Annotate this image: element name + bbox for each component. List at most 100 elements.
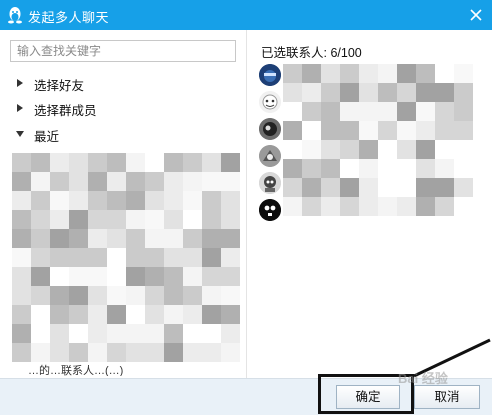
mosaic-tile — [164, 229, 183, 248]
mosaic-tile — [221, 267, 240, 286]
mosaic-tile — [283, 197, 302, 216]
mosaic-tile — [283, 140, 302, 159]
mosaic-tile — [145, 267, 164, 286]
mosaic-tile — [69, 267, 88, 286]
avatar[interactable] — [259, 172, 281, 194]
avatar[interactable] — [259, 145, 281, 167]
mosaic-tile — [126, 305, 145, 324]
group-label: 选择好友 — [34, 79, 85, 93]
list-item-partial[interactable]: …的…联系人…(…) — [28, 362, 242, 376]
search-input[interactable] — [10, 40, 236, 62]
mosaic-tile — [31, 324, 50, 343]
mosaic-tile — [31, 305, 50, 324]
mosaic-tile — [340, 102, 359, 121]
mosaic-tile — [321, 140, 340, 159]
mosaic-tile — [50, 229, 69, 248]
mosaic-tile — [397, 121, 416, 140]
expand-arrow-icon — [17, 79, 23, 87]
mosaic-tile — [31, 229, 50, 248]
group-recent[interactable]: 最近 — [14, 124, 214, 144]
mosaic-tile — [416, 64, 435, 83]
mosaic-tile — [88, 229, 107, 248]
mosaic-tile — [378, 178, 397, 197]
mosaic-tile — [202, 286, 221, 305]
mosaic-tile — [145, 191, 164, 210]
mosaic-tile — [69, 153, 88, 172]
window-title: 发起多人聊天 — [28, 10, 110, 25]
mosaic-tile — [31, 191, 50, 210]
mosaic-tile — [50, 343, 69, 362]
mosaic-tile — [435, 83, 454, 102]
mosaic-tile — [202, 305, 221, 324]
mosaic-tile — [50, 248, 69, 267]
mosaic-tile — [283, 121, 302, 140]
mosaic-tile — [397, 83, 416, 102]
mosaic-tile — [359, 83, 378, 102]
mosaic-tile — [359, 197, 378, 216]
mosaic-tile — [12, 172, 31, 191]
mosaic-tile — [435, 102, 454, 121]
mosaic-tile — [50, 210, 69, 229]
mosaic-tile — [88, 324, 107, 343]
mosaic-tile — [69, 210, 88, 229]
avatar[interactable] — [259, 118, 281, 140]
mosaic-tile — [12, 305, 31, 324]
mosaic-tile — [283, 83, 302, 102]
mosaic-tile — [107, 324, 126, 343]
mosaic-tile — [221, 343, 240, 362]
mosaic-tile — [202, 229, 221, 248]
cancel-button[interactable]: 取消 — [414, 385, 480, 409]
mosaic-tile — [454, 159, 473, 178]
avatar[interactable] — [259, 64, 281, 86]
close-icon[interactable] — [466, 5, 486, 25]
mosaic-tile — [164, 153, 183, 172]
mosaic-tile — [107, 248, 126, 267]
mosaic-tile — [12, 267, 31, 286]
mosaic-tile — [12, 210, 31, 229]
mosaic-tile — [164, 248, 183, 267]
mosaic-tile — [202, 248, 221, 267]
mosaic-tile — [183, 172, 202, 191]
group-group-members[interactable]: 选择群成员 — [14, 98, 214, 118]
recent-contacts-list-pixelated[interactable] — [12, 153, 244, 362]
group-friends[interactable]: 选择好友 — [14, 73, 214, 93]
mosaic-tile — [164, 210, 183, 229]
mosaic-tile — [88, 191, 107, 210]
mosaic-tile — [221, 248, 240, 267]
group-label: 选择群成员 — [34, 104, 97, 118]
mosaic-tile — [164, 305, 183, 324]
mosaic-tile — [454, 121, 473, 140]
mosaic-tile — [435, 121, 454, 140]
mosaic-tile — [69, 248, 88, 267]
mosaic-tile — [378, 140, 397, 159]
mosaic-tile — [50, 191, 69, 210]
mosaic-tile — [340, 197, 359, 216]
mosaic-tile — [145, 229, 164, 248]
mosaic-tile — [31, 267, 50, 286]
mosaic-tile — [302, 64, 321, 83]
mosaic-tile — [69, 343, 88, 362]
mosaic-tile — [416, 159, 435, 178]
mosaic-tile — [416, 197, 435, 216]
mosaic-tile — [12, 286, 31, 305]
avatar[interactable] — [259, 91, 281, 113]
mosaic-tile — [107, 153, 126, 172]
mosaic-tile — [12, 229, 31, 248]
mosaic-tile — [302, 121, 321, 140]
mosaic-tile — [302, 178, 321, 197]
avatar[interactable] — [259, 199, 281, 221]
mosaic-tile — [107, 305, 126, 324]
mosaic-tile — [126, 191, 145, 210]
mosaic-tile — [69, 229, 88, 248]
mosaic-tile — [221, 210, 240, 229]
mosaic-tile — [126, 324, 145, 343]
mosaic-tile — [69, 191, 88, 210]
mosaic-tile — [12, 324, 31, 343]
mosaic-tile — [126, 267, 145, 286]
mosaic-tile — [454, 178, 473, 197]
mosaic-tile — [321, 64, 340, 83]
mosaic-tile — [12, 343, 31, 362]
mosaic-tile — [454, 140, 473, 159]
mosaic-tile — [164, 286, 183, 305]
mosaic-tile — [397, 178, 416, 197]
